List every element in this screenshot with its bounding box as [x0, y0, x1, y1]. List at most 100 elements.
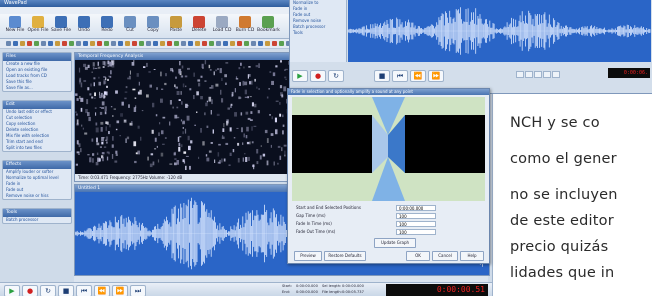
rewind-button[interactable]: ⏪ [94, 285, 110, 296]
toolbar-button-burn-cd[interactable]: Burn CD [234, 16, 256, 36]
spectrum-window[interactable]: Temporal Frequency Analysis Time: 0:03.4… [74, 52, 294, 182]
toolbar-button-save-file[interactable]: Save File [50, 16, 72, 36]
mini-tool-icon[interactable] [20, 41, 25, 46]
mini-tool-icon[interactable] [118, 41, 123, 46]
sidebar-panel-effects: Effects Amplify louder or softer Normalize… [2, 160, 72, 200]
toolbar-button-open-file[interactable]: Open File [27, 16, 49, 36]
toolbar-button-new-file[interactable]: New File [4, 16, 26, 36]
mini-tool-icon[interactable] [125, 41, 130, 46]
mini-tool-icon[interactable] [216, 41, 221, 46]
zoom-out-icon[interactable] [525, 71, 533, 78]
time-counter: 0:00:00.51 [386, 284, 488, 296]
mini-tool-icon[interactable] [139, 41, 144, 46]
fade-out-field[interactable]: 100 [396, 229, 436, 235]
mini-tool-icon[interactable] [62, 41, 67, 46]
gap-time-field[interactable]: 100 [396, 213, 436, 219]
sidebar-link[interactable]: Batch processor [3, 217, 71, 223]
mini-tool-icon[interactable] [13, 41, 18, 46]
mini-tool-icon[interactable] [251, 41, 256, 46]
mini-tool-icon[interactable] [237, 41, 242, 46]
sidebar-link[interactable]: Split into two files [3, 145, 71, 151]
mini-tool-icon[interactable] [174, 41, 179, 46]
stop-button[interactable]: ■ [58, 285, 74, 296]
mini-tool-icon[interactable] [97, 41, 102, 46]
zoom-fit-icon[interactable] [534, 71, 542, 78]
toolbar-button-paste[interactable]: Paste [165, 16, 187, 36]
redo-icon [101, 16, 113, 28]
mini-tool-icon[interactable] [111, 41, 116, 46]
toolbar-button-delete[interactable]: Delete [188, 16, 210, 36]
fade-in-field[interactable]: 100 [396, 221, 436, 227]
mini-tool-icon[interactable] [244, 41, 249, 46]
mini-tool-icon[interactable] [76, 41, 81, 46]
mini-tool-icon[interactable] [195, 41, 200, 46]
second-stop-button[interactable]: ■ [374, 70, 390, 82]
play-button[interactable]: ▶ [4, 285, 20, 296]
sidebar-panel-header[interactable]: Files [3, 53, 71, 61]
mini-tool-icon[interactable] [132, 41, 137, 46]
second-sidebar-link[interactable]: Tools [290, 30, 346, 36]
toolbar-button-copy[interactable]: Copy [142, 16, 164, 36]
mini-tool-icon[interactable] [41, 41, 46, 46]
second-record-button[interactable]: ● [310, 70, 326, 82]
sidebar-panel-header[interactable]: Tools [3, 209, 71, 217]
sidebar-link[interactable]: Remove noise or hiss [3, 193, 71, 199]
zoom-in-icon[interactable] [516, 71, 524, 78]
mini-tool-icon[interactable] [167, 41, 172, 46]
cancel-button[interactable]: Cancel [432, 251, 458, 261]
mini-tool-icon[interactable] [6, 41, 11, 46]
mini-tool-icon[interactable] [188, 41, 193, 46]
fast-forward-button[interactable]: ⏩ [112, 285, 128, 296]
start-value: 0:00:00.000 [296, 284, 318, 288]
gap-time-label: Gap Time (ms) [296, 213, 326, 218]
toolbar-button-load-cd[interactable]: Load CD [211, 16, 233, 36]
second-rewind-button[interactable]: ⏪ [410, 70, 426, 82]
copy-icon [147, 16, 159, 28]
update-graph-button[interactable]: Update Graph [374, 238, 416, 248]
loop-button[interactable]: ↻ [40, 285, 56, 296]
toolbar-button-bookmark[interactable]: Bookmark [257, 16, 280, 36]
cut-icon [124, 16, 136, 28]
load-cd-icon [216, 16, 228, 28]
mini-tool-icon[interactable] [34, 41, 39, 46]
record-button[interactable]: ● [22, 285, 38, 296]
sidebar-panel-header[interactable]: Edit [3, 101, 71, 109]
mini-tool-icon[interactable] [27, 41, 32, 46]
second-forward-button[interactable]: ⏩ [428, 70, 444, 82]
second-loop-button[interactable]: ↻ [328, 70, 344, 82]
mini-tool-icon[interactable] [258, 41, 263, 46]
help-button[interactable]: Help [460, 251, 484, 261]
toolbar-button-cut[interactable]: Cut [119, 16, 141, 36]
zoom-full-icon[interactable] [552, 71, 560, 78]
mini-tool-icon[interactable] [160, 41, 165, 46]
second-play-button[interactable]: ▶ [292, 70, 308, 82]
skip-end-button[interactable]: ⏭ [130, 285, 146, 296]
restore-defaults-button[interactable]: Restore Defaults [324, 251, 366, 261]
mini-tool-icon[interactable] [153, 41, 158, 46]
mini-tool-icon[interactable] [279, 41, 284, 46]
mini-tool-icon[interactable] [209, 41, 214, 46]
mini-tool-icon[interactable] [181, 41, 186, 46]
mini-tool-icon[interactable] [90, 41, 95, 46]
mini-tool-icon[interactable] [55, 41, 60, 46]
ok-button[interactable]: OK [406, 251, 430, 261]
mini-tool-icon[interactable] [230, 41, 235, 46]
mini-tool-icon[interactable] [48, 41, 53, 46]
sidebar-panel-header[interactable]: Effects [3, 161, 71, 169]
mini-tool-icon[interactable] [223, 41, 228, 46]
toolbar-button-redo[interactable]: Redo [96, 16, 118, 36]
skip-start-button[interactable]: ⏮ [76, 285, 92, 296]
second-skip-start-button[interactable]: ⏮ [392, 70, 408, 82]
mini-tool-icon[interactable] [83, 41, 88, 46]
preview-button[interactable]: Preview [294, 251, 322, 261]
mini-tool-icon[interactable] [265, 41, 270, 46]
positions-field[interactable]: 0:00:00.000 [396, 205, 436, 211]
mini-tool-icon[interactable] [69, 41, 74, 46]
mini-tool-icon[interactable] [104, 41, 109, 46]
zoom-sel-icon[interactable] [543, 71, 551, 78]
mini-tool-icon[interactable] [202, 41, 207, 46]
mini-tool-icon[interactable] [272, 41, 277, 46]
sidebar-link[interactable]: Save file as... [3, 85, 71, 91]
mini-tool-icon[interactable] [146, 41, 151, 46]
toolbar-button-undo[interactable]: Undo [73, 16, 95, 36]
